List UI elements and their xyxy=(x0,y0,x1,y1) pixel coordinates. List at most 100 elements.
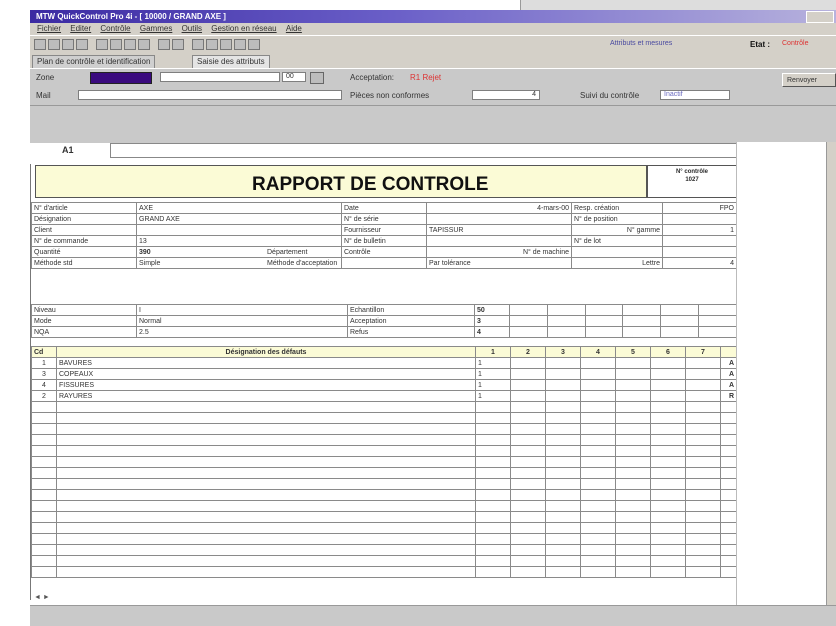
cell[interactable]: 2 xyxy=(510,346,546,358)
cell[interactable] xyxy=(615,467,651,479)
cell[interactable] xyxy=(510,423,546,435)
cell[interactable]: Acceptation xyxy=(347,315,475,327)
cell[interactable] xyxy=(546,304,586,316)
cell[interactable] xyxy=(615,445,651,457)
cell[interactable] xyxy=(545,566,581,578)
cell[interactable] xyxy=(475,533,511,545)
cell[interactable] xyxy=(510,456,546,468)
cell[interactable] xyxy=(685,434,721,446)
cell[interactable] xyxy=(475,500,511,512)
spin-button[interactable] xyxy=(310,72,324,84)
cell[interactable]: Lettre xyxy=(571,257,663,269)
cell[interactable] xyxy=(650,522,686,534)
table-icon[interactable] xyxy=(192,39,204,50)
renvoyer-button[interactable]: Renvoyer xyxy=(782,73,836,87)
cell[interactable]: AXE xyxy=(136,202,342,214)
cell[interactable]: TAPISSUR xyxy=(426,224,572,236)
cell[interactable] xyxy=(510,555,546,567)
cell[interactable]: A xyxy=(720,379,737,391)
cell[interactable] xyxy=(720,555,737,567)
cell[interactable] xyxy=(720,412,737,424)
cell[interactable] xyxy=(510,522,546,534)
cell[interactable] xyxy=(31,500,57,512)
zone-number-field[interactable]: 00 xyxy=(282,72,306,82)
cell[interactable]: 6 xyxy=(650,346,686,358)
suivi-field[interactable]: Inactif xyxy=(660,90,730,100)
cell[interactable] xyxy=(580,434,616,446)
cell[interactable] xyxy=(580,500,616,512)
cell[interactable] xyxy=(545,423,581,435)
cell[interactable] xyxy=(685,357,721,369)
cell[interactable] xyxy=(545,357,581,369)
cell[interactable] xyxy=(615,544,651,556)
window-titlebar[interactable]: MTW QuickControl Pro 4i - [ 10000 / GRAN… xyxy=(30,10,836,23)
cell[interactable]: 1 xyxy=(475,390,511,402)
cell[interactable] xyxy=(545,379,581,391)
cell[interactable] xyxy=(615,555,651,567)
cell[interactable] xyxy=(685,533,721,545)
cell[interactable] xyxy=(615,423,651,435)
cell[interactable] xyxy=(685,390,721,402)
cell[interactable] xyxy=(685,555,721,567)
cell[interactable]: Désignation xyxy=(31,213,137,225)
cell[interactable] xyxy=(685,478,721,490)
menu-gestion-reseau[interactable]: Gestion en réseau xyxy=(211,24,276,33)
cell[interactable] xyxy=(475,445,511,457)
cell[interactable] xyxy=(720,401,737,413)
cell[interactable] xyxy=(475,434,511,446)
menu-fichier[interactable]: Fichier xyxy=(37,24,61,33)
cell[interactable] xyxy=(720,489,737,501)
cell[interactable] xyxy=(56,412,476,424)
cell[interactable]: 1 xyxy=(475,346,511,358)
cell[interactable] xyxy=(545,368,581,380)
cell[interactable] xyxy=(510,412,546,424)
cell[interactable]: Fournisseur xyxy=(341,224,427,236)
cell[interactable] xyxy=(650,456,686,468)
cell[interactable] xyxy=(650,500,686,512)
cell[interactable] xyxy=(685,467,721,479)
cell[interactable] xyxy=(475,401,511,413)
cell[interactable]: Niveau xyxy=(31,304,137,316)
pieces-field[interactable]: 4 xyxy=(472,90,540,100)
cell[interactable] xyxy=(685,368,721,380)
cell[interactable] xyxy=(31,511,57,523)
cell[interactable] xyxy=(720,423,737,435)
cell[interactable] xyxy=(650,511,686,523)
cell[interactable] xyxy=(31,478,57,490)
cell[interactable] xyxy=(615,500,651,512)
cell[interactable] xyxy=(650,357,686,369)
cell[interactable] xyxy=(580,566,616,578)
cell[interactable]: 4 xyxy=(662,257,737,269)
cell[interactable] xyxy=(31,456,57,468)
cell[interactable] xyxy=(546,315,586,327)
cell[interactable]: 3 xyxy=(545,346,581,358)
cell[interactable] xyxy=(720,533,737,545)
cell[interactable] xyxy=(475,412,511,424)
cell[interactable] xyxy=(720,566,737,578)
cell[interactable] xyxy=(650,544,686,556)
cell[interactable] xyxy=(685,456,721,468)
cell[interactable] xyxy=(31,566,57,578)
cell[interactable] xyxy=(56,544,476,556)
print-icon[interactable] xyxy=(48,39,60,50)
cell[interactable] xyxy=(615,478,651,490)
cell[interactable] xyxy=(426,213,572,225)
cell[interactable] xyxy=(650,379,686,391)
cell[interactable] xyxy=(584,326,624,338)
cell[interactable] xyxy=(685,489,721,501)
cell[interactable] xyxy=(685,544,721,556)
cell[interactable] xyxy=(510,379,546,391)
cell[interactable] xyxy=(580,445,616,457)
paste-icon[interactable] xyxy=(124,39,136,50)
cell[interactable] xyxy=(650,401,686,413)
cell[interactable] xyxy=(615,522,651,534)
cell[interactable] xyxy=(31,555,57,567)
cell[interactable]: 13 xyxy=(136,235,342,247)
cell[interactable] xyxy=(31,412,57,424)
cell[interactable]: Simple Méthode d'acceptation xyxy=(136,257,342,269)
cell[interactable] xyxy=(580,467,616,479)
cell[interactable]: Par tolérance xyxy=(426,257,572,269)
cell[interactable] xyxy=(580,456,616,468)
cell[interactable] xyxy=(56,401,476,413)
cell[interactable]: 3 xyxy=(31,368,57,380)
